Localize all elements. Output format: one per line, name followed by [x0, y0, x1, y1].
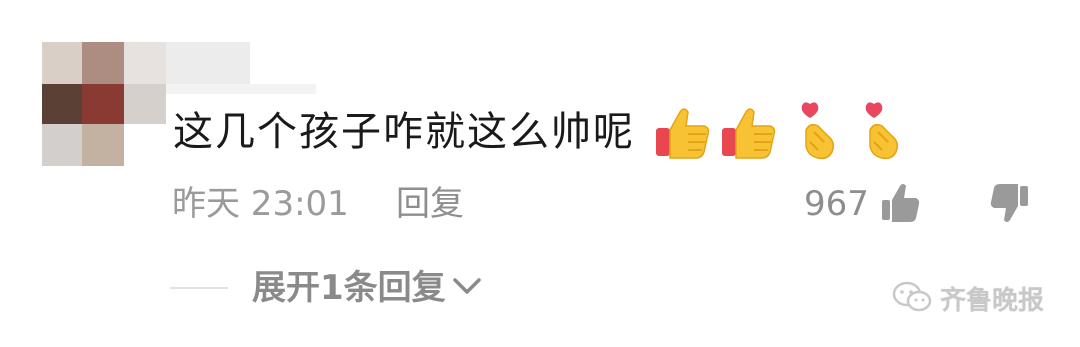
avatar-pixel [82, 42, 124, 84]
like-count: 967 [804, 184, 869, 224]
avatar-pixel [82, 84, 124, 124]
thumb-down-icon [988, 184, 1030, 228]
emoji-row [654, 100, 906, 164]
thumbs-up-icon [654, 104, 712, 160]
reply-button[interactable]: 回复 [396, 182, 464, 226]
avatar-pixel [166, 84, 316, 94]
thumbs-up-icon [720, 104, 778, 160]
divider [170, 287, 228, 289]
chevron-down-icon [452, 276, 482, 300]
like-button[interactable] [880, 182, 922, 224]
expand-replies-label: 展开1条回复 [252, 268, 446, 308]
avatar-pixel [42, 84, 82, 124]
wechat-icon [892, 281, 932, 317]
avatar-pixel [124, 84, 166, 124]
avatar-pixel [42, 42, 82, 84]
comment-text: 这几个孩子咋就这么帅呢 [173, 109, 635, 155]
finger-heart-icon [796, 102, 842, 162]
avatar-pixel [82, 124, 124, 166]
dislike-button[interactable] [988, 182, 1030, 224]
expand-replies-button[interactable]: 展开1条回复 [252, 266, 482, 310]
comment-time: 昨天 23:01 [172, 184, 349, 224]
avatar-pixel [124, 42, 166, 84]
thumb-up-icon [880, 184, 922, 228]
watermark-text: 齐鲁晚报 [940, 286, 1045, 316]
avatar-pixel [166, 42, 250, 84]
avatar-pixel [42, 124, 82, 166]
watermark: 齐鲁晚报 [892, 280, 1044, 317]
finger-heart-icon [860, 102, 906, 162]
